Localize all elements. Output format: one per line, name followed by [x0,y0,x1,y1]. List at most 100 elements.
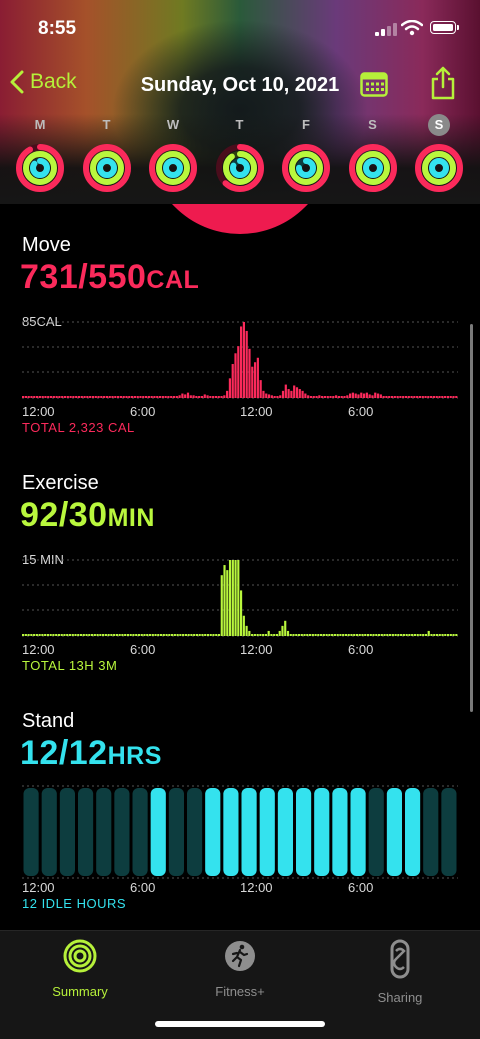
exercise-bar [273,634,276,636]
exercise-bar [300,634,303,636]
exercise-bar [82,634,85,636]
move-bar [89,396,92,398]
day-1[interactable]: T [77,116,137,194]
exercise-bar [416,634,419,636]
exercise-bar [366,634,370,636]
exercise-chart: 15 MIN 12:00 6:00 12:00 6:00 [0,550,480,670]
move-x-label-1: 6:00 [130,404,156,419]
exercise-bar [408,634,411,636]
exercise-bar [52,634,55,636]
exercise-bar [281,625,284,636]
move-bar [315,396,318,398]
exercise-bar [24,634,27,636]
tab-fitness-plus[interactable]: Fitness+ [170,939,310,999]
stand-hour-bar [350,788,366,876]
exercise-bar [168,634,171,636]
share-icon[interactable] [428,66,458,100]
calendar-icon[interactable] [360,70,388,98]
day-0[interactable]: M [10,116,70,194]
stand-hour-bar [114,788,130,876]
tab-summary[interactable]: Summary [10,939,150,999]
move-value-unit: CAL [146,266,200,294]
move-bar [184,394,187,398]
exercise-bar [60,634,63,636]
exercise-bar [33,634,36,636]
move-bar [164,396,167,398]
exercise-bar [223,565,226,636]
stand-hour-bar [187,788,203,876]
exercise-bar [234,560,237,636]
stand-hour-bar [405,788,421,876]
exercise-bar [322,634,325,636]
exercise-bar [438,634,441,636]
move-x-label-0: 12:00 [22,404,55,419]
exercise-bar [182,634,185,636]
move-bar [203,394,206,398]
day-6[interactable]: S [409,114,469,194]
exercise-bar [402,634,405,636]
move-bar [455,396,458,398]
exercise-bar [38,634,41,636]
exercise-bar [206,634,210,636]
exercise-bar [256,634,259,636]
move-bar [343,396,346,398]
home-indicator[interactable] [155,1021,325,1027]
exercise-bar [295,634,298,636]
move-bar [284,384,287,398]
status-time: 8:55 [38,18,77,39]
exercise-bar [433,634,436,636]
exercise-bar [237,560,240,636]
stand-hour-bar [132,788,148,876]
day-4[interactable]: F [276,116,336,194]
exercise-bar [344,634,348,636]
move-bar [413,396,416,398]
tab-summary-label: Summary [52,984,108,999]
stand-chart: 12:00 6:00 12:00 6:00 [0,782,480,912]
exercise-bar [284,620,287,636]
move-bar [424,396,427,398]
exercise-bar [383,634,386,636]
move-bar [44,396,47,398]
move-bar [304,393,307,398]
move-bar [139,396,142,398]
move-bar [223,395,226,398]
move-bar [47,396,50,398]
day-3[interactable]: T [210,116,270,194]
exercise-bar [419,634,422,636]
move-bar [329,396,332,398]
move-bar [251,366,254,398]
exercise-bar [372,634,375,636]
exercise-bar [204,634,207,636]
exercise-bar [270,634,273,636]
stand-x-label-1: 6:00 [130,880,156,895]
move-bar [321,396,324,398]
move-bar [206,395,209,398]
stand-hour-bar [96,788,112,876]
exercise-value-number: 92/30 [20,496,108,534]
exercise-bar [104,634,107,636]
move-bar [368,394,371,398]
exercise-bar [427,630,430,636]
move-bar [200,396,204,398]
move-bar [449,396,452,398]
move-bar [35,396,39,398]
day-activity-rings [282,144,330,192]
activity-detail: Move 731/550CAL 85CAL 12:00 6:00 12:00 6… [0,204,480,928]
stand-hour-bar [277,788,293,876]
exercise-bar [289,634,292,636]
move-bar [332,396,335,398]
day-2[interactable]: W [143,116,203,194]
day-5[interactable]: S [343,116,403,194]
stand-hour-bar [259,788,275,876]
move-bar [416,396,419,398]
exercise-bar [248,630,251,636]
move-bar [421,396,424,398]
tab-sharing[interactable]: Sharing [330,939,470,1005]
week-selector: MTWTFSS [0,114,480,198]
exercise-bar [278,630,281,636]
exercise-bar [430,634,433,636]
move-bar [22,396,25,398]
exercise-bar [251,634,254,636]
scrollbar[interactable] [470,324,473,712]
move-bar [133,396,136,398]
